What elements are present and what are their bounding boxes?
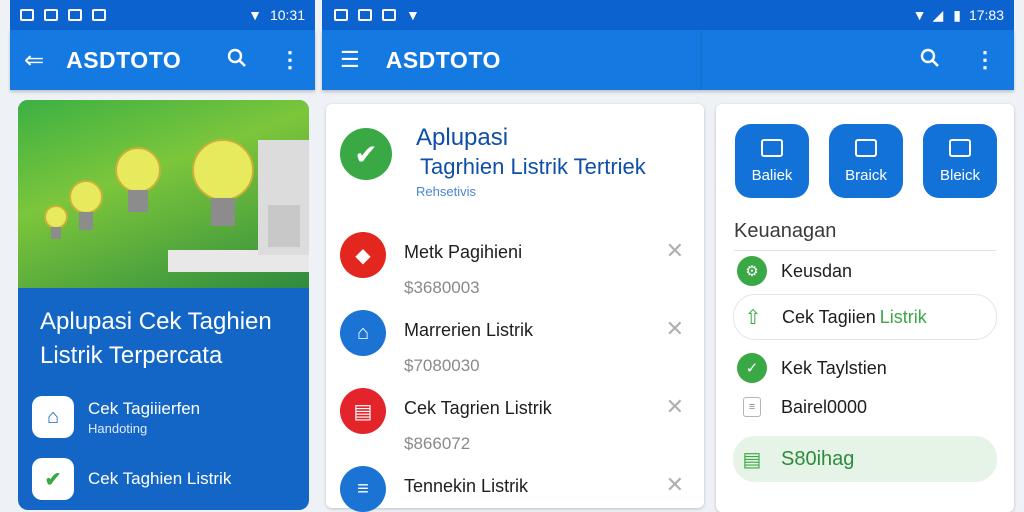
hero-row-title: Cek Taghien Listrik [88, 469, 232, 488]
close-icon[interactable]: ✕ [666, 472, 684, 498]
hero-row-subtitle: Handoting [88, 420, 148, 436]
notification-icon [382, 9, 396, 21]
bill-amount: $7080030 [404, 356, 480, 375]
document-icon: ▤ [742, 448, 762, 471]
left-screen: ▼ 10:31 ⇐ ASDTOTO ⋮ Aplupasi Cek Taghien… [0, 0, 315, 512]
bill-list-item[interactable]: ▤ Cek Tagrien Listrik $866072 ✕ [340, 388, 696, 466]
wifi-icon: ▼ [248, 7, 262, 23]
home-icon [761, 138, 783, 157]
receipt-icon: ≡ [340, 466, 386, 512]
notification-icon [334, 9, 348, 21]
document-icon: ▤ [340, 388, 386, 434]
search-icon[interactable] [920, 48, 940, 73]
finance-item[interactable]: ▤ S80ihag [733, 436, 997, 482]
more-options-icon[interactable]: ⋮ [279, 47, 301, 73]
close-icon[interactable]: ✕ [666, 238, 684, 264]
notification-icon [44, 9, 58, 21]
bill-amount: $866072 [404, 434, 471, 453]
finance-item-accent: Listrik [879, 306, 927, 327]
quick-action-label: Braick [845, 166, 887, 184]
back-arrow-icon[interactable]: ⇐ [24, 46, 44, 75]
quick-action-label: Baliek [751, 166, 793, 184]
bill-title: Metk Pagihieni [404, 242, 523, 262]
header-subtitle: Rehsetivis [416, 184, 476, 199]
notification-icon [68, 9, 82, 21]
hero-card[interactable]: Aplupasi Cek Taghien Listrik Terpercata … [18, 100, 309, 510]
signal-icon: ◢ [932, 6, 944, 23]
quick-action-button[interactable]: Baliek [735, 124, 809, 198]
menu-icon[interactable]: ☰ [340, 47, 360, 73]
quick-action-label: Bleick [939, 166, 980, 184]
quick-action-button[interactable]: Bleick [923, 124, 997, 198]
header-check-icon: ✔ [340, 128, 392, 180]
bill-list-item[interactable]: ⌂ Marrerien Listrik $7080030 ✕ [340, 310, 696, 388]
finance-item-accent: S80ihag [781, 447, 855, 470]
hero-title: Aplupasi Cek Taghien Listrik Terpercata [40, 308, 272, 369]
tag-icon: ◆ [340, 232, 386, 278]
header-title-line1: Aplupasi [416, 124, 509, 151]
bill-list-item[interactable]: ◆ Metk Pagihieni $3680003 ✕ [340, 232, 696, 310]
bill-title: Cek Tagrien Listrik [404, 398, 552, 418]
finance-item-label: Keusdan [781, 260, 853, 281]
quick-action-button[interactable]: Braick [829, 124, 903, 198]
battery-icon: ▮ [953, 6, 961, 23]
finance-item[interactable]: ⇧ Cek Tagiien Listrik [733, 294, 997, 340]
upload-icon: ⇧ [744, 306, 762, 329]
status-bar: ▼ [322, 0, 702, 30]
mail-icon [92, 9, 106, 21]
clock-icon [855, 138, 877, 157]
more-options-icon[interactable]: ⋮ [974, 47, 996, 73]
bill-list-item[interactable]: ≡ Tennekin Listrik ✕ [340, 466, 696, 512]
app-bar: ☰ ASDTOTO [322, 30, 702, 90]
home-icon: ⌂ [32, 396, 74, 438]
finance-item[interactable]: ≡ Bairel0000 [733, 384, 997, 430]
notification-icon [20, 9, 34, 21]
hero-illustration [18, 100, 309, 288]
checkmark-icon: ✔ [32, 458, 74, 500]
app-bar: ⇐ ASDTOTO ⋮ [10, 30, 315, 90]
finance-item-label: Kek Taylstien [781, 357, 887, 378]
bill-title: Marrerien Listrik [404, 320, 534, 340]
status-time: 10:31 [269, 7, 305, 23]
close-icon[interactable]: ✕ [666, 316, 684, 342]
header-title-line2: Tagrhien Listrik Tertriek [420, 154, 646, 179]
status-time: 17:83 [968, 7, 1004, 23]
notification-icon [358, 9, 372, 21]
chart-icon [949, 138, 971, 157]
bill-title: Tennekin Listrik [404, 476, 529, 496]
app-title: ASDTOTO [66, 46, 182, 73]
calendar-icon: ≡ [743, 397, 761, 417]
hero-row[interactable]: ⌂ Cek Tagiiierfen Handoting [32, 388, 297, 446]
building-icon: ⌂ [340, 310, 386, 356]
check-circle-icon: ✓ [737, 353, 767, 383]
finance-item-label: Cek Tagiien [782, 306, 876, 327]
search-icon[interactable] [227, 48, 247, 73]
app-bar: ⋮ [702, 30, 1014, 90]
status-bar: ▼ ◢ ▮ 17:83 [702, 0, 1014, 30]
close-icon[interactable]: ✕ [666, 394, 684, 420]
wifi-icon: ▼ [406, 7, 420, 23]
finance-item-label: Bairel0000 [781, 396, 868, 417]
bill-amount: $3680003 [404, 278, 480, 297]
status-bar: ▼ 10:31 [10, 0, 315, 30]
hero-row-title: Cek Tagiiierfen [88, 398, 201, 418]
app-title: ASDTOTO [385, 46, 501, 73]
section-title: Keuanagan [734, 220, 837, 242]
wrench-icon: ⚙ [737, 256, 767, 286]
hero-row[interactable]: ✔ Cek Taghien Listrik [32, 450, 297, 508]
wifi-icon: ▼ [912, 7, 927, 23]
finance-item[interactable]: ⚙ Keusdan [733, 248, 997, 294]
